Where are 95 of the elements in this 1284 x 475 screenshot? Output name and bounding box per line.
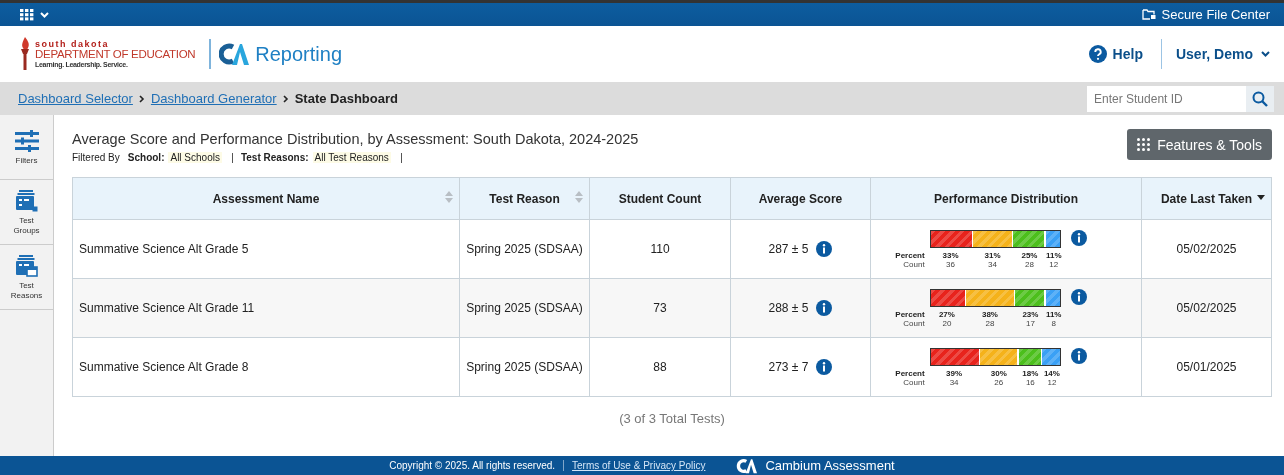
count-label: Count (902, 259, 925, 269)
table-cell: 05/01/2025 (1141, 337, 1272, 397)
table-cell: 05/02/2025 (1141, 278, 1272, 338)
app-name: Reporting (255, 42, 342, 66)
count-value: 34 (988, 259, 997, 269)
percent-value: 25% (1021, 250, 1038, 260)
filter-value: All Schools (168, 152, 222, 163)
ca-logo-icon (219, 42, 250, 66)
torch-icon (18, 37, 32, 71)
caret-icon (40, 11, 49, 18)
count-value: 28 (985, 318, 995, 328)
percent-label: Percent (895, 368, 925, 378)
features-tools-button[interactable]: Features & Tools (1127, 129, 1272, 160)
count-label: Count (902, 318, 925, 328)
logo-state-name: south dakota (35, 40, 110, 50)
percent-label: Percent (895, 309, 925, 319)
count-value: 28 (1025, 259, 1034, 269)
filter-value: All Test Reasons (312, 152, 391, 163)
percent-value: 38% (981, 309, 998, 319)
chevron-icon (282, 94, 289, 103)
table-cell: 73 (589, 278, 731, 338)
table-cell: Spring 2025 (SDSAA) (459, 278, 590, 338)
info-icon[interactable] (816, 300, 833, 316)
count-value: 12 (1049, 259, 1059, 269)
count-value: 16 (1025, 377, 1035, 387)
info-icon[interactable] (816, 359, 833, 375)
percent-label: Percent (895, 250, 925, 260)
filter-name: School: (127, 152, 165, 163)
terms-link[interactable]: Terms of Use & Privacy Policy (572, 460, 706, 471)
table-cell: Spring 2025 (SDSAA) (459, 337, 590, 397)
info-icon[interactable] (1070, 288, 1087, 305)
column-header[interactable]: Test Reason (459, 177, 590, 220)
folder-lock-icon (1141, 9, 1156, 20)
percent-value: 31% (984, 250, 1001, 260)
ca-logo-icon (735, 457, 760, 474)
percent-value: 27% (938, 309, 955, 319)
count-value: 20 (942, 318, 952, 328)
search-button[interactable] (1246, 85, 1274, 112)
average-score: 273 ± 7 (768, 360, 809, 374)
percent-value: 14% (1043, 368, 1060, 378)
brand-name: Cambium Assessment (765, 458, 895, 473)
info-icon[interactable] (1070, 347, 1087, 364)
breadcrumb-link[interactable]: Dashboard Selector (18, 91, 133, 106)
column-header: Average Score (730, 177, 871, 220)
percent-value: 11% (1045, 250, 1062, 260)
percent-value: 33% (942, 250, 959, 260)
count-value: 8 (1051, 318, 1056, 328)
copyright-text: Copyright © 2025. All rights reserved. (389, 460, 556, 471)
percent-value: 39% (946, 368, 963, 378)
percent-value: 30% (990, 368, 1007, 378)
column-header[interactable]: Assessment Name (72, 177, 460, 220)
sliders-icon (14, 130, 39, 153)
student-id-field[interactable]: Enter Student ID (1087, 85, 1246, 112)
percent-value: 18% (1022, 368, 1039, 378)
average-score: 288 ± 5 (768, 301, 809, 315)
percent-value: 23% (1022, 309, 1039, 319)
report-title: Average Score and Performance Distribution, by Assessment: South Dakota, 2024-2025 (72, 131, 639, 147)
table-cell: Summative Science Alt Grade 8 (72, 337, 460, 397)
secure-file-center-link[interactable]: Secure File Center (1141, 7, 1270, 22)
table-cell: Summative Science Alt Grade 11 (72, 278, 460, 338)
count-value: 34 (949, 377, 959, 387)
column-header[interactable]: Date Last Taken (1141, 177, 1272, 220)
table-cell: 05/02/2025 (1141, 219, 1272, 279)
table-cell: Summative Science Alt Grade 5 (72, 219, 460, 279)
column-header: Student Count (589, 177, 731, 220)
table-cell: 88 (589, 337, 731, 397)
percent-value: 11% (1045, 309, 1062, 319)
table-cell: Spring 2025 (SDSAA) (459, 219, 590, 279)
count-value: 12 (1047, 377, 1057, 387)
column-header: Performance Distribution (870, 177, 1142, 220)
search-icon (1252, 90, 1268, 107)
filter-name: Test Reasons: (240, 152, 309, 163)
apps-menu-button[interactable] (20, 8, 49, 21)
grid-icon (20, 8, 34, 21)
filtered-by-label: Filtered By (72, 152, 120, 163)
help-icon (1088, 45, 1107, 63)
total-count: (3 of 3 Total Tests) (619, 411, 725, 426)
table-cell: 110 (589, 219, 731, 279)
count-value: 17 (1025, 318, 1035, 328)
count-label: Count (902, 377, 925, 387)
average-score: 287 ± 5 (768, 242, 809, 256)
user-menu-button[interactable]: User, Demo (1175, 46, 1270, 62)
grid-icon (1137, 138, 1151, 151)
caret-icon (1261, 51, 1270, 57)
breadcrumb-link[interactable]: Dashboard Generator (150, 91, 277, 106)
calendar-list-icon (15, 255, 38, 278)
info-icon[interactable] (1070, 229, 1087, 246)
breadcrumb-current: State Dashboard (294, 91, 398, 106)
logo-department-name: DEPARTMENT OF EDUCATION (35, 49, 196, 61)
info-icon[interactable] (816, 241, 833, 257)
chevron-icon (138, 94, 145, 103)
help-link[interactable]: Help (1088, 45, 1143, 63)
count-value: 36 (946, 259, 955, 269)
stacked-list-icon (15, 190, 38, 213)
count-value: 26 (994, 377, 1004, 387)
